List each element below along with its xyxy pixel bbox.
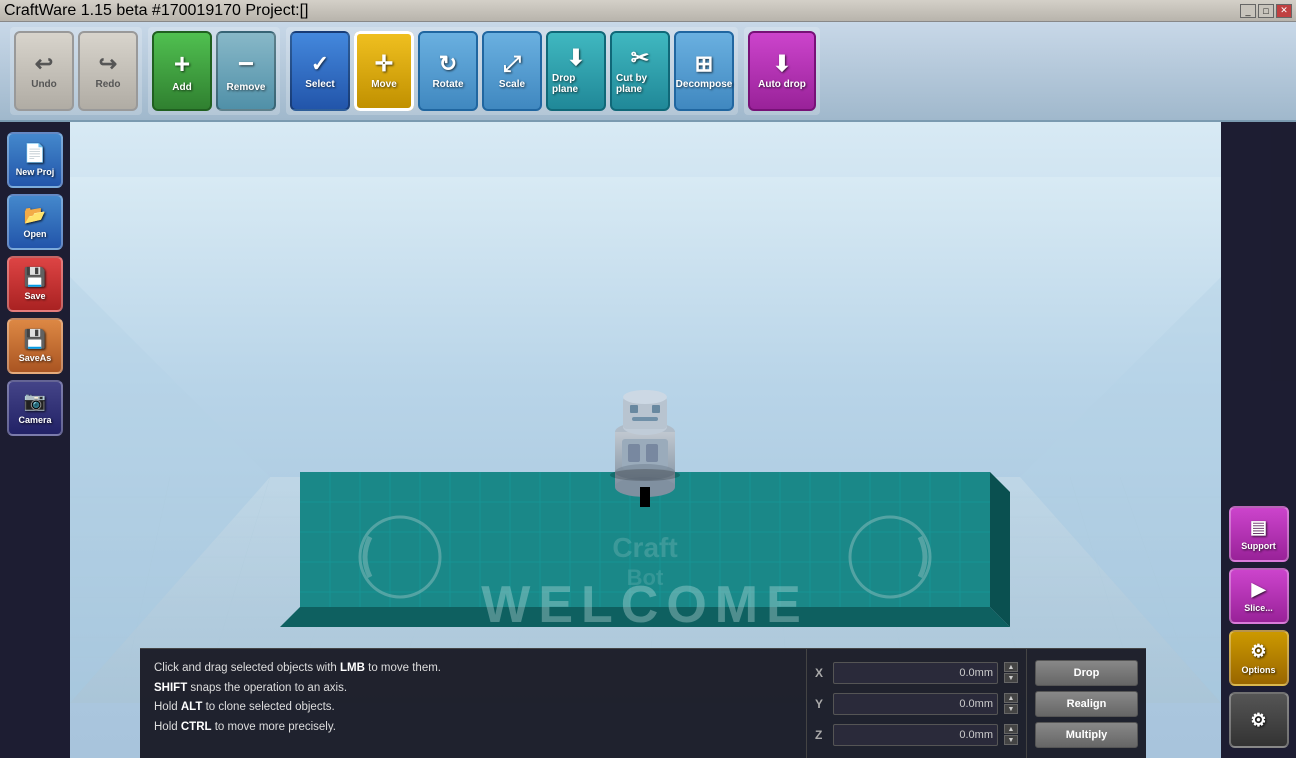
transform-group: ✓ Select ✛ Move ↻ Rotate ⤢ Scale ⬇ Drop … <box>286 27 738 115</box>
redo-button[interactable]: ↪ Redo <box>78 31 138 111</box>
drop-plane-icon: ⬇ <box>567 47 585 69</box>
right-sidebar: ▤ Support ▶ Slice... ⚙ Options ⚙ <box>1221 122 1296 758</box>
y-spin-down[interactable]: ▼ <box>1004 704 1018 714</box>
add-remove-group: + Add − Remove <box>148 27 280 115</box>
move-button[interactable]: ✛ Move <box>354 31 414 111</box>
scale-icon: ⤢ <box>503 53 521 75</box>
support-button[interactable]: ▤ Support <box>1229 506 1289 562</box>
auto-drop-icon: ⬇ <box>773 53 791 75</box>
options-icon: ⚙ <box>1250 641 1266 662</box>
help-line-5 <box>154 737 792 757</box>
maximize-button[interactable]: □ <box>1258 4 1274 18</box>
remove-icon: − <box>238 50 254 78</box>
close-button[interactable]: ✕ <box>1276 4 1292 18</box>
open-icon: 📂 <box>24 205 46 226</box>
cut-by-plane-button[interactable]: ✂ Cut by plane <box>610 31 670 111</box>
multiply-action-button[interactable]: Multiply <box>1035 722 1138 748</box>
redo-icon: ↪ <box>99 53 117 75</box>
camera-icon: 📷 <box>24 391 46 412</box>
auto-group: ⬇ Auto drop <box>744 27 820 115</box>
support-icon: ▤ <box>1250 517 1267 538</box>
help-text: Click and drag selected objects with LMB… <box>140 649 806 758</box>
x-label: X <box>815 666 827 680</box>
drop-action-button[interactable]: Drop <box>1035 660 1138 686</box>
help-line-1: Click and drag selected objects with LMB… <box>154 659 792 679</box>
svg-text:WELCOME: WELCOME <box>481 576 809 634</box>
realign-action-button[interactable]: Realign <box>1035 691 1138 717</box>
minimize-button[interactable]: _ <box>1240 4 1256 18</box>
help-line-2: SHIFT snaps the operation to an axis. <box>154 679 792 699</box>
slice-button[interactable]: ▶ Slice... <box>1229 568 1289 624</box>
y-spinners: ▲ ▼ <box>1004 693 1018 714</box>
remove-button[interactable]: − Remove <box>216 31 276 111</box>
help-line-4: Hold CTRL to move more precisely. <box>154 718 792 738</box>
save-button[interactable]: 💾 Save <box>7 256 63 312</box>
move-icon: ✛ <box>375 53 393 75</box>
z-spin-up[interactable]: ▲ <box>1004 724 1018 734</box>
decompose-icon: ⊞ <box>695 53 713 75</box>
undo-button[interactable]: ↩ Undo <box>14 31 74 111</box>
main-area: 📄 New Proj 📂 Open 💾 Save 💾 SaveAs 📷 Came… <box>0 122 1296 758</box>
x-spinners: ▲ ▼ <box>1004 662 1018 683</box>
open-button[interactable]: 📂 Open <box>7 194 63 250</box>
z-input[interactable] <box>833 724 998 746</box>
add-button[interactable]: + Add <box>152 31 212 111</box>
select-button[interactable]: ✓ Select <box>290 31 350 111</box>
toolbar: ↩ Undo ↪ Redo + Add − Remove ✓ Select ✛ … <box>0 22 1296 122</box>
undo-icon: ↩ <box>35 53 53 75</box>
titlebar-controls: _ □ ✕ <box>1240 4 1292 18</box>
options-button[interactable]: ⚙ Options <box>1229 630 1289 686</box>
new-project-button[interactable]: 📄 New Proj <box>7 132 63 188</box>
x-input[interactable] <box>833 662 998 684</box>
help-line-3: Hold ALT to clone selected objects. <box>154 698 792 718</box>
svg-text:Craft: Craft <box>612 532 677 563</box>
titlebar-title: CraftWare 1.15 beta #170019170 Project:[… <box>4 2 308 20</box>
3d-viewport[interactable]: Craft Bot WELCOME <box>70 122 1221 758</box>
z-spin-down[interactable]: ▼ <box>1004 735 1018 745</box>
camera-button[interactable]: 📷 Camera <box>7 380 63 436</box>
auto-drop-button[interactable]: ⬇ Auto drop <box>748 31 816 111</box>
z-coord-row: Z ▲ ▼ <box>815 724 1018 746</box>
y-coord-row: Y ▲ ▼ <box>815 693 1018 715</box>
y-spin-up[interactable]: ▲ <box>1004 693 1018 703</box>
new-proj-icon: 📄 <box>24 143 46 164</box>
x-spin-up[interactable]: ▲ <box>1004 662 1018 672</box>
save-as-icon: 💾 <box>24 329 46 350</box>
add-icon: + <box>174 50 190 78</box>
rotate-icon: ↻ <box>439 53 457 75</box>
drop-plane-button[interactable]: ⬇ Drop plane <box>546 31 606 111</box>
slice-icon: ▶ <box>1252 579 1266 600</box>
bottom-panel: Click and drag selected objects with LMB… <box>140 648 1146 758</box>
actions-panel: Drop Realign Multiply <box>1026 649 1146 758</box>
settings-button[interactable]: ⚙ <box>1229 692 1289 748</box>
z-spinners: ▲ ▼ <box>1004 724 1018 745</box>
save-icon: 💾 <box>24 267 46 288</box>
titlebar: CraftWare 1.15 beta #170019170 Project:[… <box>0 0 1296 22</box>
scale-button[interactable]: ⤢ Scale <box>482 31 542 111</box>
cut-plane-icon: ✂ <box>631 47 649 69</box>
z-label: Z <box>815 728 827 742</box>
settings-icon: ⚙ <box>1250 710 1266 731</box>
x-spin-down[interactable]: ▼ <box>1004 673 1018 683</box>
select-icon: ✓ <box>311 53 329 75</box>
coords-panel: X ▲ ▼ Y ▲ ▼ Z <box>806 649 1026 758</box>
y-label: Y <box>815 697 827 711</box>
save-as-button[interactable]: 💾 SaveAs <box>7 318 63 374</box>
left-sidebar: 📄 New Proj 📂 Open 💾 Save 💾 SaveAs 📷 Came… <box>0 122 70 758</box>
rotate-button[interactable]: ↻ Rotate <box>418 31 478 111</box>
decompose-button[interactable]: ⊞ Decompose <box>674 31 734 111</box>
x-coord-row: X ▲ ▼ <box>815 662 1018 684</box>
y-input[interactable] <box>833 693 998 715</box>
undo-redo-group: ↩ Undo ↪ Redo <box>10 27 142 115</box>
